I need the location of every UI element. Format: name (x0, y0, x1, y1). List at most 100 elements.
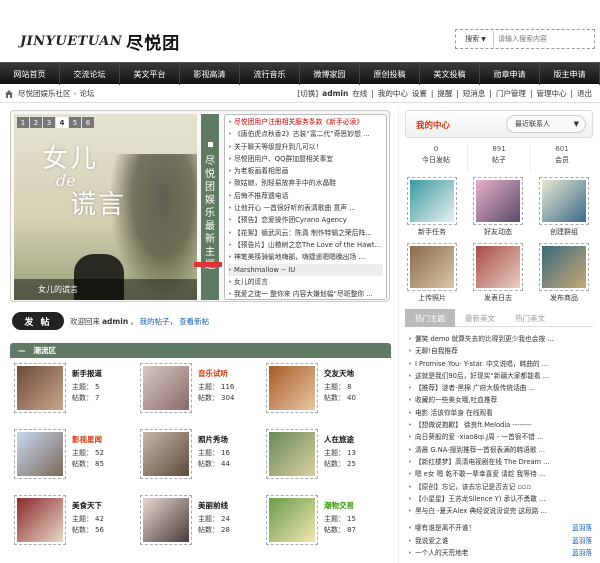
tab-hot-articles[interactable]: 热门美文 (505, 309, 555, 327)
slide-tab-6[interactable]: 6 (82, 117, 94, 128)
tab-hot-topics[interactable]: 热门主题 (405, 309, 455, 327)
nav-movies[interactable]: 影视高清 (180, 63, 240, 85)
write-blog-app[interactable]: 发表日志 (471, 243, 525, 305)
forum-name[interactable]: 潮物交易 (324, 500, 354, 511)
app-label[interactable]: 上传照片 (405, 293, 459, 303)
breadcrumb-site[interactable]: 尽悦团娱乐社区 (18, 88, 71, 99)
app-thumbnail[interactable] (473, 177, 523, 225)
forum-thumbnail[interactable] (14, 495, 66, 545)
forum-thumbnail[interactable] (266, 429, 318, 479)
latest-topic-item[interactable]: • 关于聊天等级提升到几可以！ (228, 141, 383, 153)
forum-item[interactable]: 照片秀场 主题： 16 帖数： 44 (136, 426, 261, 490)
latest-topic-item[interactable]: • 我爱之徒一 整你来 内容大嫌划幅“尽斑整你 ... (228, 288, 383, 299)
newbie-tasks-app[interactable]: 新手任务 (405, 177, 459, 239)
slide-tab-1[interactable]: 1 (17, 117, 29, 128)
forum-thumbnail[interactable] (14, 429, 66, 479)
forum-item[interactable]: 潮物交易 主题： 15 帖数： 87 (262, 492, 387, 556)
latest-topic-item[interactable]: • 【花絮】循武风云：陈真 制作特辑之荣后阵... (228, 227, 383, 239)
slide-tab-4[interactable]: 4 (56, 117, 68, 128)
slide-tab-5[interactable]: 5 (69, 117, 81, 128)
username[interactable]: admin (322, 89, 348, 98)
latest-topic-item[interactable]: • 【预告片】山楂树之恋The Love of the Hawt... (228, 239, 383, 251)
hot-topic-item[interactable]: • 【原创】忘记，该去忘记是否去记 ▫▫▫ (408, 481, 594, 493)
forum-name[interactable]: 影视星闻 (72, 434, 102, 445)
nav-articles[interactable]: 美文平台 (120, 63, 180, 85)
new-post-button[interactable]: 发 帖 (12, 312, 64, 330)
hot-topic-item[interactable]: • 儷笑 demo 就算失去的比得到更少我也会按 ... (408, 333, 594, 345)
forum-section-header[interactable]: — 潮流区 (10, 343, 391, 358)
hot-topic-item[interactable]: • 嗯 e女 嗯 乾不敢一辈幸喜爱 请趁 我等待 ... (408, 468, 594, 480)
app-label[interactable]: 发表日志 (471, 293, 525, 303)
slide-caption[interactable]: 女儿的谎言 (14, 279, 197, 300)
latest-topic-item[interactable]: • 让他开心 一首很好听的表清歌曲 意声 ... (228, 202, 383, 214)
slide-tab-3[interactable]: 3 (43, 117, 55, 128)
notifications-link[interactable]: 提醒 (437, 88, 452, 99)
app-label[interactable]: 发布商品 (537, 293, 591, 303)
app-thumbnail[interactable] (407, 243, 457, 291)
app-label[interactable]: 好友动态 (471, 227, 525, 237)
latest-topic-item[interactable]: • 女儿的谎言 (228, 276, 383, 288)
forum-item[interactable]: 美食天下 主题： 42 帖数： 56 (10, 492, 135, 556)
forum-thumbnail[interactable] (266, 363, 318, 413)
latest-topic-item[interactable]: • 致姑娘，别轻易放弃手中的水晶鞋 (228, 177, 383, 189)
messages-link[interactable]: 短消息 (463, 88, 486, 99)
hot-topic-item[interactable]: • 我说爱之谁 蓝羽落 (408, 535, 594, 547)
app-label[interactable]: 创建群组 (537, 227, 591, 237)
app-thumbnail[interactable] (539, 177, 589, 225)
forum-item[interactable]: 新手报道 主题： 5 帖数： 7 (10, 360, 135, 424)
nav-forum[interactable]: 交流论坛 (60, 63, 120, 85)
nav-original[interactable]: 原创投稿 (360, 63, 420, 85)
latest-topic-item[interactable]: • 后悔不推荐遗电话 (228, 190, 383, 202)
nav-medal[interactable]: 勋章申请 (480, 63, 540, 85)
hot-topic-item[interactable]: • 一个人的天荒地老 蓝羽落 (408, 547, 594, 559)
admin-center-link[interactable]: 管理中心 (536, 88, 566, 99)
slide-tab-2[interactable]: 2 (30, 117, 42, 128)
hot-topic-item[interactable]: • 【新红楼梦】高清电视剧在线 The Dream ... (408, 456, 594, 468)
forum-item[interactable]: 音乐试听 主题： 116 帖数： 304 (136, 360, 261, 424)
nav-home[interactable]: 网站首页 (0, 63, 60, 85)
forum-name[interactable]: 音乐试听 (198, 368, 228, 379)
hot-topic-item[interactable]: • I Promise You- Y-star. 中文说唱，韩曲的 ... (408, 358, 594, 370)
forum-item[interactable]: 人在旅途 主题： 13 帖数： 25 (262, 426, 387, 490)
hot-topic-item[interactable]: • 向日葵般的爱 -xiao8qi.J周 - 一首很不错 ... (408, 431, 594, 443)
slide-image[interactable]: 女儿 de 谎言 (14, 114, 197, 300)
latest-topic-item[interactable]: • 【预告】恋爱操作团Cyrano Agency (228, 214, 383, 226)
site-logo[interactable]: JINYUETUAN 尽悦团 (20, 30, 180, 54)
nav-weibo[interactable]: 微博家园 (300, 63, 360, 85)
view-new-posts-link[interactable]: 查看新帖 (179, 316, 209, 327)
portal-admin-link[interactable]: 门户管理 (496, 88, 526, 99)
logout-link[interactable]: 退出 (577, 88, 592, 99)
forum-name[interactable]: 美食天下 (72, 500, 102, 511)
hot-topic-item[interactable]: • 哪有谁是离不开谁！ 蓝羽落 (408, 522, 594, 534)
breadcrumb-current[interactable]: 论坛 (80, 88, 95, 99)
tab-latest-articles[interactable]: 最新美文 (455, 309, 505, 327)
forum-item[interactable]: 影视星闻 主题： 52 帖数： 85 (10, 426, 135, 490)
hot-topic-author[interactable]: 蓝羽落 (572, 547, 592, 559)
hot-topic-item[interactable]: • 电影 活该你单身 在线观看 (408, 407, 594, 419)
forum-thumbnail[interactable] (140, 363, 192, 413)
latest-topic-item[interactable]: • 尽悦团用户注册相关服务条款《新手必读》 (228, 116, 383, 128)
forum-item[interactable]: 美丽前线 主题： 24 帖数： 28 (136, 492, 261, 556)
app-label[interactable]: 新手任务 (405, 227, 459, 237)
my-center-link[interactable]: 我的中心 (378, 88, 408, 99)
online-status[interactable]: 在线 (352, 88, 367, 99)
latest-topic-item[interactable]: • Marshmallow -- IU (228, 263, 383, 276)
forum-thumbnail[interactable] (266, 495, 318, 545)
hot-topic-item[interactable]: • 【推荐】谜者-黑棉 广府大极传统话曲 ... (408, 382, 594, 394)
hot-topic-item[interactable]: • 【想做说抱歉】 徐良ft.Melodia -------- (408, 419, 594, 431)
nav-moderator[interactable]: 版主申请 (540, 63, 600, 85)
friend-feed-app[interactable]: 好友动态 (471, 177, 525, 239)
forum-thumbnail[interactable] (14, 363, 66, 413)
home-icon[interactable] (4, 89, 14, 99)
app-thumbnail[interactable] (539, 243, 589, 291)
hot-topic-item[interactable]: • 无聊!自我推荐 (408, 345, 594, 357)
nav-music[interactable]: 流行音乐 (240, 63, 300, 85)
hot-topic-item[interactable]: • 清晨 G.NA-搜到推荐一首很表满的韩语歌 ... (408, 444, 594, 456)
post-goods-app[interactable]: 发布商品 (537, 243, 591, 305)
hot-topic-item[interactable]: • 收藏的一些美女哦,吐血推荐 (408, 394, 594, 406)
forum-name[interactable]: 照片秀场 (198, 434, 228, 445)
search-type-select[interactable]: 搜索 ▼ (458, 31, 494, 47)
create-group-app[interactable]: 创建群组 (537, 177, 591, 239)
latest-topic-item[interactable]: • 为老板画着相思画 (228, 165, 383, 177)
latest-topic-item[interactable]: • 《唐伯虎点秋香2》古装“富二代”奇思妙想 ... (228, 128, 383, 140)
